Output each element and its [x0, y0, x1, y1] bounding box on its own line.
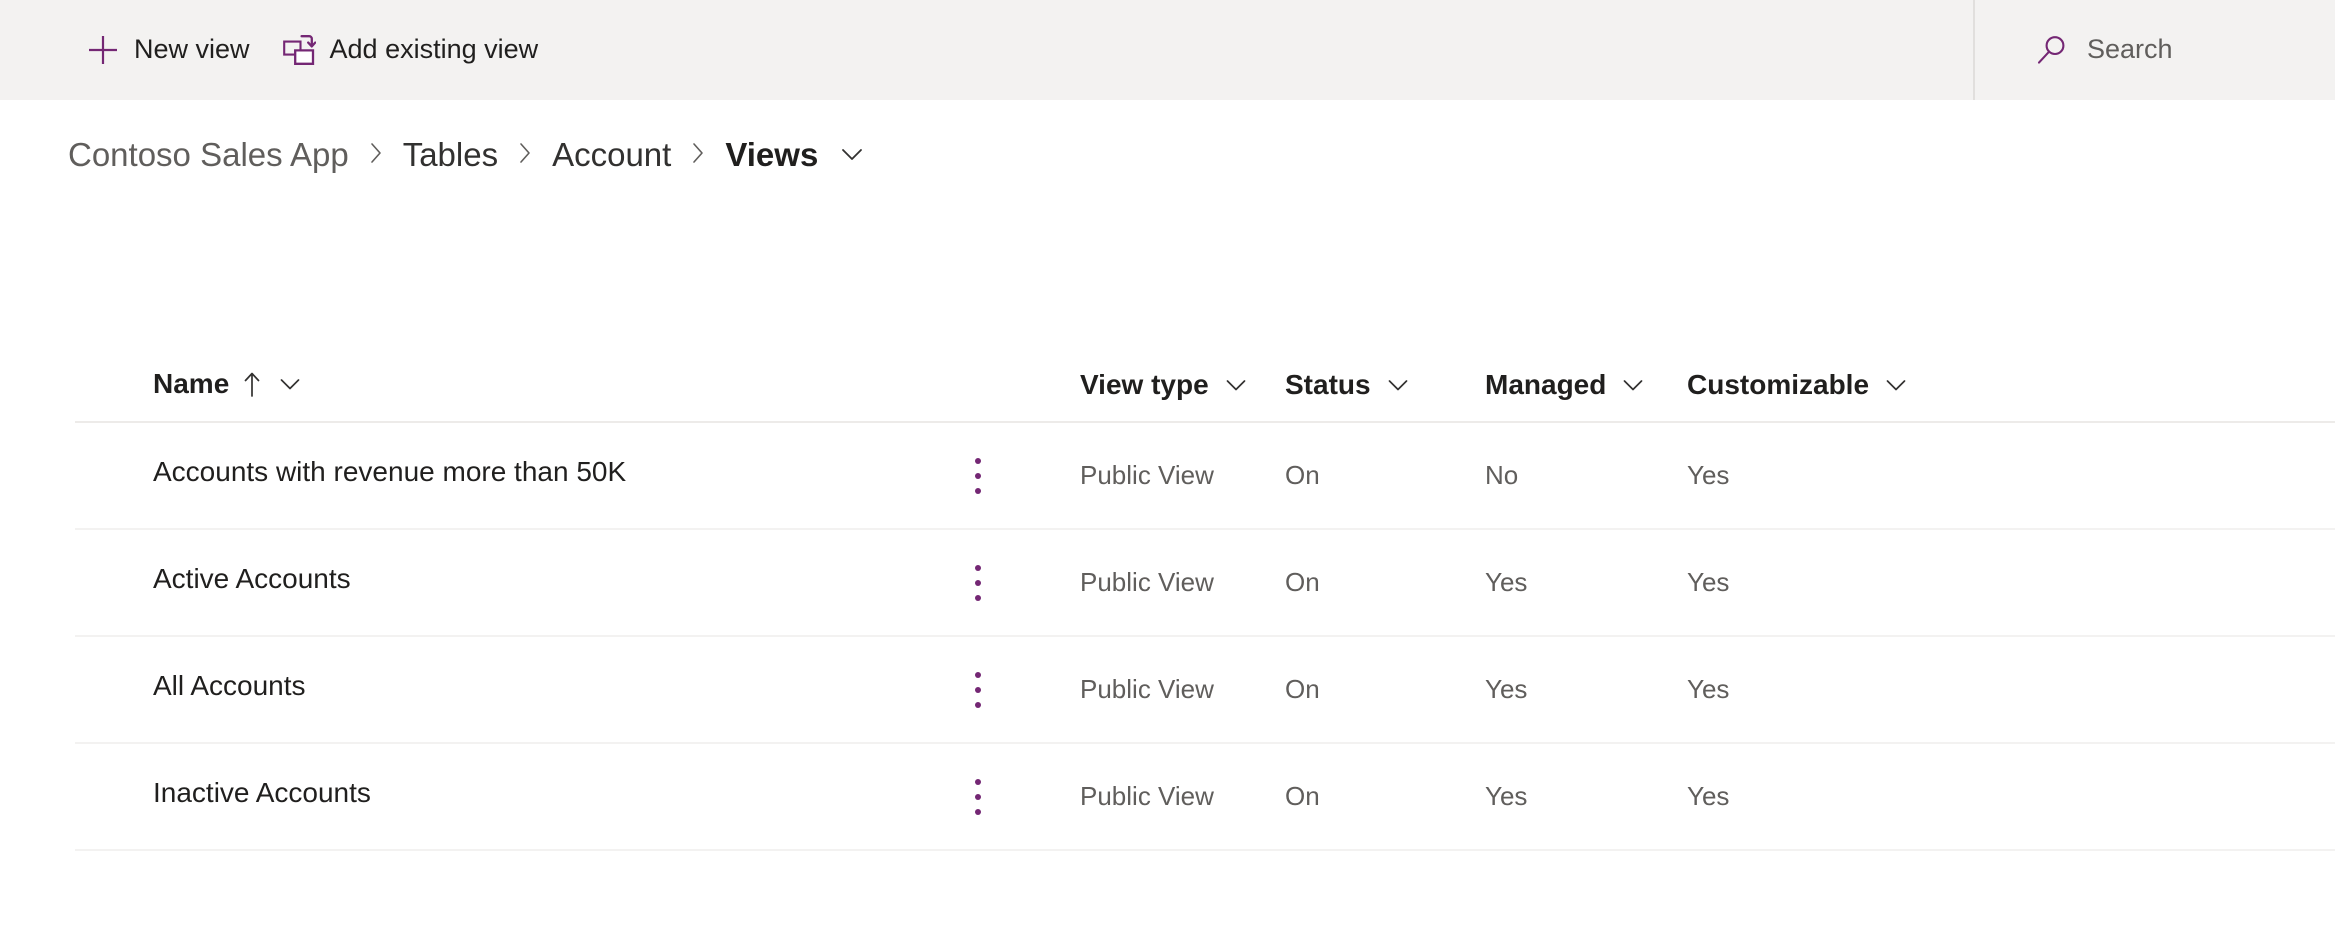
- cell-customizable: Yes: [1687, 783, 2087, 810]
- status-value: On: [1285, 674, 1320, 704]
- breadcrumb: Contoso Sales App Tables Account Views: [64, 128, 866, 180]
- column-menu-chevron-down-icon[interactable]: [1620, 372, 1646, 398]
- plus-icon: [86, 33, 120, 67]
- cell-customizable: Yes: [1687, 569, 2087, 596]
- cell-name[interactable]: Active Accounts: [75, 564, 920, 597]
- customizable-value: Yes: [1687, 460, 1730, 490]
- managed-value: Yes: [1485, 567, 1528, 597]
- column-header-customizable-label: Customizable: [1687, 369, 1870, 400]
- table-row[interactable]: Inactive Accounts Public View On Yes Yes: [75, 744, 2335, 851]
- column-header-view-type-label: View type: [1080, 369, 1209, 400]
- view-type-value: Public View: [1080, 781, 1214, 811]
- cell-customizable: Yes: [1687, 676, 2087, 703]
- view-name-link[interactable]: Accounts with revenue more than 50K: [153, 456, 626, 487]
- new-view-button[interactable]: New view: [70, 17, 266, 83]
- column-header-managed-label: Managed: [1485, 369, 1607, 400]
- cell-view-type: Public View: [1080, 783, 1285, 810]
- managed-value: No: [1485, 460, 1519, 490]
- cell-actions: [920, 553, 1080, 613]
- cell-managed: Yes: [1485, 569, 1687, 596]
- column-header-managed[interactable]: Managed: [1485, 371, 1687, 399]
- column-header-customizable[interactable]: Customizable: [1687, 371, 2087, 399]
- breadcrumb-separator-icon: [514, 139, 536, 169]
- view-name-link[interactable]: Active Accounts: [153, 563, 351, 594]
- breadcrumb-item-tables[interactable]: Tables: [399, 136, 502, 173]
- cell-status: On: [1285, 569, 1485, 596]
- column-menu-chevron-down-icon[interactable]: [1883, 372, 1909, 398]
- customizable-value: Yes: [1687, 674, 1730, 704]
- cell-status: On: [1285, 676, 1485, 703]
- cell-actions: [920, 660, 1080, 720]
- column-header-name-label: Name: [153, 368, 230, 399]
- column-menu-chevron-down-icon[interactable]: [277, 371, 303, 397]
- cell-actions: [920, 446, 1080, 506]
- view-name-link[interactable]: Inactive Accounts: [153, 777, 371, 808]
- column-menu-chevron-down-icon[interactable]: [1385, 372, 1411, 398]
- cell-view-type: Public View: [1080, 569, 1285, 596]
- status-value: On: [1285, 781, 1320, 811]
- add-existing-view-button[interactable]: Add existing view: [266, 17, 555, 83]
- breadcrumb-item-account[interactable]: Account: [548, 136, 675, 173]
- view-type-value: Public View: [1080, 674, 1214, 704]
- sort-ascending-icon: [241, 369, 263, 399]
- cell-view-type: Public View: [1080, 676, 1285, 703]
- cell-actions: [920, 767, 1080, 827]
- command-bar: New view Add existing view Search: [0, 0, 2335, 100]
- search-placeholder: Search: [2087, 33, 2173, 64]
- command-bar-actions: New view Add existing view: [0, 0, 554, 100]
- add-existing-view-label: Add existing view: [329, 33, 539, 64]
- row-more-options-icon[interactable]: [956, 660, 1000, 720]
- cell-name[interactable]: Accounts with revenue more than 50K: [75, 457, 920, 490]
- cell-view-type: Public View: [1080, 462, 1285, 489]
- breadcrumb-chevron-down-icon[interactable]: [838, 140, 866, 168]
- table-row[interactable]: Accounts with revenue more than 50K Publ…: [75, 423, 2335, 530]
- cell-customizable: Yes: [1687, 462, 2087, 489]
- view-type-value: Public View: [1080, 567, 1214, 597]
- add-existing-view-icon: [282, 33, 316, 67]
- row-more-options-icon[interactable]: [956, 767, 1000, 827]
- column-menu-chevron-down-icon[interactable]: [1223, 372, 1249, 398]
- managed-value: Yes: [1485, 781, 1528, 811]
- cell-managed: Yes: [1485, 783, 1687, 810]
- view-name-link[interactable]: All Accounts: [153, 670, 306, 701]
- managed-value: Yes: [1485, 674, 1528, 704]
- cell-managed: Yes: [1485, 676, 1687, 703]
- breadcrumb-separator-icon: [365, 139, 387, 169]
- cell-status: On: [1285, 462, 1485, 489]
- cell-managed: No: [1485, 462, 1687, 489]
- column-header-view-type[interactable]: View type: [1080, 371, 1285, 399]
- customizable-value: Yes: [1687, 567, 1730, 597]
- breadcrumb-item-views: Views: [725, 135, 819, 173]
- table-row[interactable]: All Accounts Public View On Yes Yes: [75, 637, 2335, 744]
- status-value: On: [1285, 567, 1320, 597]
- column-header-name[interactable]: Name: [75, 369, 920, 399]
- customizable-value: Yes: [1687, 781, 1730, 811]
- new-view-label: New view: [134, 33, 250, 64]
- column-header-status[interactable]: Status: [1285, 371, 1485, 399]
- status-value: On: [1285, 460, 1320, 490]
- cell-name[interactable]: All Accounts: [75, 671, 920, 704]
- grid-header-row: Name View type Status Managed Customizab…: [75, 330, 2335, 423]
- cell-name[interactable]: Inactive Accounts: [75, 778, 920, 811]
- column-header-status-label: Status: [1285, 369, 1371, 400]
- cell-status: On: [1285, 783, 1485, 810]
- row-more-options-icon[interactable]: [956, 553, 1000, 613]
- breadcrumb-separator-icon: [687, 139, 709, 169]
- search-box[interactable]: Search: [1973, 0, 2335, 100]
- table-row[interactable]: Active Accounts Public View On Yes Yes: [75, 530, 2335, 637]
- view-type-value: Public View: [1080, 460, 1214, 490]
- search-icon: [2035, 33, 2069, 67]
- breadcrumb-item-app[interactable]: Contoso Sales App: [64, 136, 353, 173]
- grid-body: Accounts with revenue more than 50K Publ…: [75, 423, 2335, 851]
- views-grid: Name View type Status Managed Customizab…: [75, 330, 2335, 851]
- row-more-options-icon[interactable]: [956, 446, 1000, 506]
